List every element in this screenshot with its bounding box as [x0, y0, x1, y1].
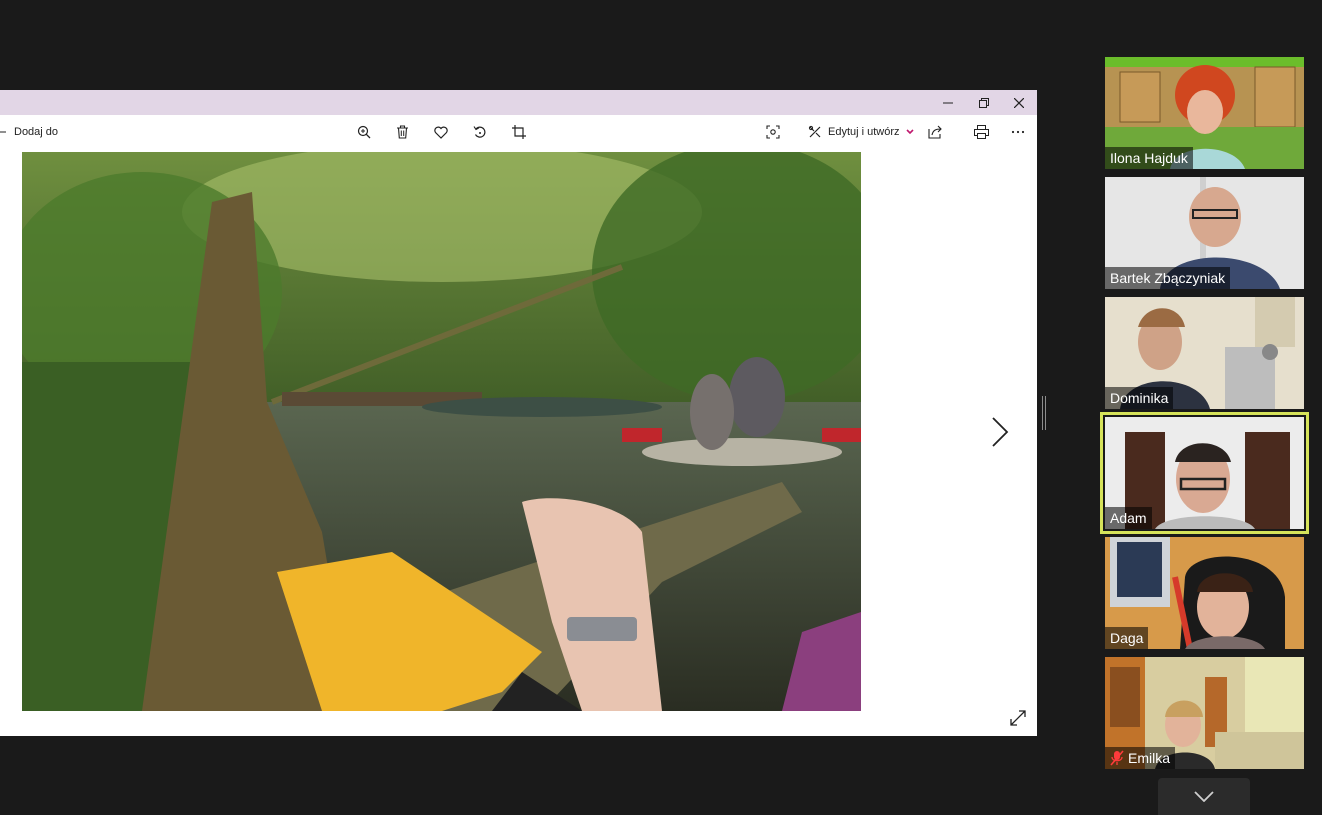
close-button[interactable] — [1001, 90, 1037, 115]
chevron-right-icon — [992, 417, 1009, 447]
restore-icon — [979, 97, 989, 108]
title-bar[interactable] — [0, 90, 1037, 115]
share-icon — [928, 125, 942, 139]
favorite-button[interactable] — [434, 115, 448, 149]
participant-name: Adam — [1110, 510, 1147, 526]
more-button[interactable] — [1011, 115, 1025, 149]
plus-icon — [0, 131, 6, 133]
chevron-down-icon — [1194, 791, 1214, 802]
photos-app-window: Dodaj do Edytuj i utwórz — [0, 90, 1037, 736]
full-screen-button[interactable] — [1006, 707, 1030, 729]
print-button[interactable] — [974, 115, 989, 149]
chevron-down-icon — [905, 129, 914, 135]
zoom-in-icon — [357, 125, 371, 139]
participant-tile[interactable]: Daga — [1105, 537, 1304, 649]
crop-button[interactable] — [512, 115, 526, 149]
restore-button[interactable] — [966, 90, 1002, 115]
rotate-button[interactable] — [473, 115, 487, 149]
microphone-muted-icon — [1110, 750, 1124, 766]
participant-name: Emilka — [1128, 750, 1171, 766]
print-icon — [974, 125, 989, 139]
participant-name-tag: Emilka — [1105, 747, 1176, 769]
participant-tile[interactable]: Bartek Zbączyniak — [1105, 177, 1304, 289]
close-icon — [1014, 97, 1024, 108]
minimize-icon — [943, 102, 953, 103]
more-icon — [1011, 130, 1025, 134]
edit-create-button[interactable]: Edytuj i utwórz — [808, 115, 914, 149]
next-photo-button[interactable] — [982, 412, 1018, 452]
participant-name: Dominika — [1110, 390, 1169, 406]
participant-tile-active[interactable]: Adam — [1100, 412, 1309, 534]
participant-tile[interactable]: Dominika — [1105, 297, 1304, 409]
share-button[interactable] — [928, 115, 943, 149]
participant-tile[interactable]: Ilona Hajduk — [1105, 57, 1304, 169]
participant-name: Ilona Hajduk — [1110, 150, 1188, 166]
participant-name: Bartek Zbączyniak — [1110, 270, 1226, 286]
edit-create-label: Edytuj i utwórz — [828, 126, 900, 138]
participant-name-tag: Daga — [1105, 627, 1149, 649]
delete-icon — [397, 125, 408, 139]
edit-create-icon — [808, 125, 821, 138]
participant-name-tag: Dominika — [1105, 387, 1174, 409]
participant-tile[interactable]: Emilka — [1105, 657, 1304, 769]
photo-image — [22, 152, 861, 711]
favorite-icon — [434, 126, 448, 139]
resize-handle[interactable] — [1042, 396, 1046, 430]
participant-name-tag: Ilona Hajduk — [1105, 147, 1193, 169]
rotate-icon — [473, 126, 486, 138]
participant-name-tag: Adam — [1105, 507, 1152, 529]
add-to-label: Dodaj do — [14, 126, 59, 138]
participant-name-tag: Bartek Zbączyniak — [1105, 267, 1231, 289]
zoom-button[interactable] — [357, 115, 371, 149]
visual-search-button[interactable] — [766, 115, 780, 149]
crop-icon — [512, 125, 526, 139]
delete-button[interactable] — [396, 115, 409, 149]
photos-toolbar: Dodaj do Edytuj i utwórz — [0, 115, 1037, 149]
kayaking-photo — [22, 152, 861, 711]
add-to-button[interactable]: Dodaj do — [0, 115, 58, 149]
gallery-scroll-down-button[interactable] — [1158, 778, 1250, 815]
visual-search-icon — [766, 125, 780, 139]
minimize-button[interactable] — [930, 90, 966, 115]
expand-icon — [1010, 710, 1026, 726]
participant-name: Daga — [1110, 630, 1144, 646]
